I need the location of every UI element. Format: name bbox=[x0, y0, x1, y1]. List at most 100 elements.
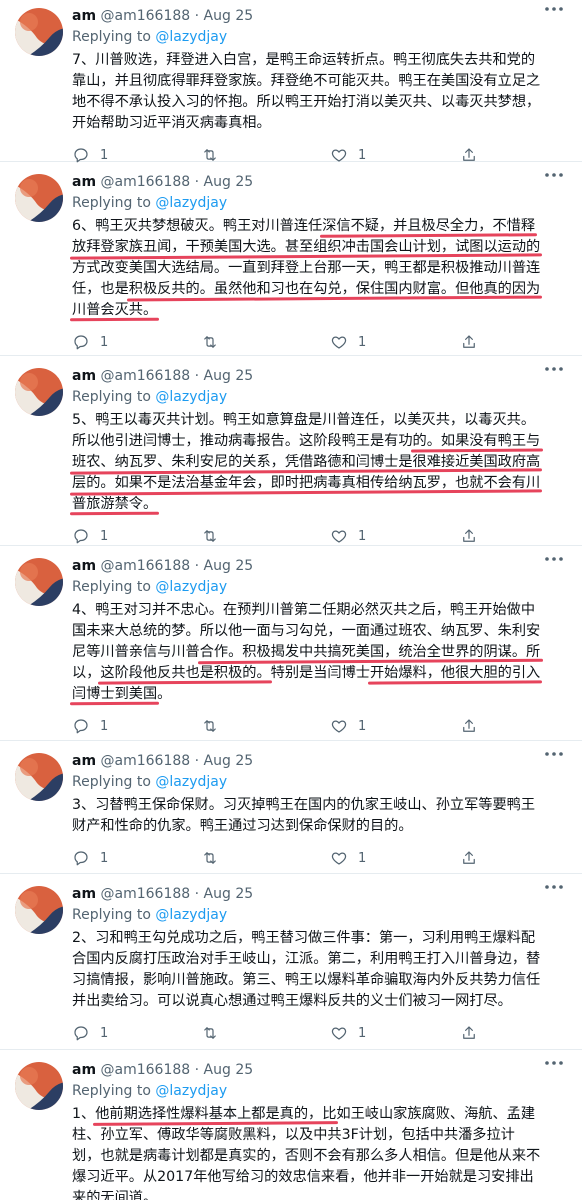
share-button[interactable] bbox=[460, 848, 478, 868]
tweet-item[interactable]: am @am166188 · Aug 25 Replying to @lazydj… bbox=[0, 356, 582, 546]
retweet-button[interactable] bbox=[200, 1023, 230, 1043]
tweet-date[interactable]: Aug 25 bbox=[204, 1062, 254, 1078]
separator-dot: · bbox=[194, 368, 200, 384]
share-button[interactable] bbox=[460, 332, 478, 352]
tweet-item[interactable]: am @am166188 · Aug 25 Replying to @lazydj… bbox=[0, 1050, 582, 1200]
author-handle[interactable]: @am166188 bbox=[101, 8, 191, 24]
author-handle[interactable]: @am166188 bbox=[101, 558, 191, 574]
reply-button[interactable]: 1 bbox=[72, 1023, 108, 1043]
more-options-button[interactable] bbox=[542, 172, 566, 192]
replying-to-link[interactable]: @lazydjay bbox=[155, 1083, 227, 1099]
tweet-text-line: 放拜登家族丑闻，干预美国大选。甚至组织冲击国会山计划，试图以运动的 bbox=[72, 237, 564, 258]
reply-icon bbox=[72, 333, 90, 351]
tweet-date[interactable]: Aug 25 bbox=[204, 174, 254, 190]
avatar[interactable] bbox=[15, 1062, 63, 1110]
tweet-date[interactable]: Aug 25 bbox=[204, 558, 254, 574]
more-options-button[interactable] bbox=[542, 884, 566, 904]
author-name[interactable]: am bbox=[72, 886, 96, 902]
tweet-actions: 11 bbox=[72, 526, 552, 546]
more-options-button[interactable] bbox=[542, 556, 566, 576]
tweet-item[interactable]: am @am166188 · Aug 25 Replying to @lazydj… bbox=[0, 162, 582, 356]
like-button[interactable]: 1 bbox=[330, 716, 366, 736]
retweet-button[interactable] bbox=[200, 332, 230, 352]
reply-button[interactable]: 1 bbox=[72, 848, 108, 868]
author-name[interactable]: am bbox=[72, 368, 96, 384]
retweet-button[interactable] bbox=[200, 716, 230, 736]
replying-to-link[interactable]: @lazydjay bbox=[155, 195, 227, 211]
retweet-button[interactable] bbox=[200, 848, 230, 868]
avatar[interactable] bbox=[15, 753, 63, 801]
retweet-icon bbox=[200, 1024, 220, 1042]
author-handle[interactable]: @am166188 bbox=[101, 753, 191, 769]
replying-to: Replying to @lazydjay bbox=[72, 194, 227, 212]
avatar[interactable] bbox=[15, 8, 63, 56]
replying-to-label: Replying to bbox=[72, 774, 156, 790]
replying-to-link[interactable]: @lazydjay bbox=[155, 389, 227, 405]
reply-button[interactable]: 1 bbox=[72, 716, 108, 736]
avatar[interactable] bbox=[15, 174, 63, 222]
replying-to-label: Replying to bbox=[72, 1083, 156, 1099]
highlight-underline: 这阶段他反共也是积极的。 bbox=[100, 665, 271, 681]
reply-button[interactable]: 1 bbox=[72, 526, 108, 546]
tweet-item[interactable]: am @am166188 · Aug 25 Replying to @lazydj… bbox=[0, 874, 582, 1050]
tweet-text-line: 普旅游禁令。 bbox=[72, 494, 564, 515]
share-button[interactable] bbox=[460, 526, 478, 546]
tweet-text-line: 4、鸭王对习并不忠心。在预判川普第二任期必然灭共之后，鸭王开始做中 bbox=[72, 602, 536, 618]
tweet-date[interactable]: Aug 25 bbox=[204, 886, 254, 902]
highlight-underline: 积极反共的。虽然他和习也在勾兑，保住国内财富。但他真的因为 bbox=[128, 281, 541, 297]
share-button[interactable] bbox=[460, 716, 478, 736]
separator-dot: · bbox=[194, 558, 200, 574]
share-icon bbox=[460, 333, 478, 351]
tweet-text-line: 任，也是积极反共的。虽然他和习也在勾兑，保住国内财富。但他真的因为 bbox=[72, 281, 541, 297]
replying-to: Replying to @lazydjay bbox=[72, 388, 227, 406]
avatar[interactable] bbox=[15, 368, 63, 416]
share-button[interactable] bbox=[460, 1023, 478, 1043]
author-name[interactable]: am bbox=[72, 174, 96, 190]
author-handle[interactable]: @am166188 bbox=[101, 368, 191, 384]
more-options-button[interactable] bbox=[542, 751, 566, 771]
avatar[interactable] bbox=[15, 886, 63, 934]
author-name[interactable]: am bbox=[72, 8, 96, 24]
like-button[interactable]: 1 bbox=[330, 332, 366, 352]
like-button[interactable]: 1 bbox=[330, 526, 366, 546]
more-options-button[interactable] bbox=[542, 366, 566, 386]
more-options-button[interactable] bbox=[542, 1060, 566, 1080]
author-name[interactable]: am bbox=[72, 1062, 96, 1078]
tweet-item[interactable]: am @am166188 · Aug 25 Replying to @lazydj… bbox=[0, 741, 582, 874]
replying-to-link[interactable]: @lazydjay bbox=[155, 774, 227, 790]
like-button[interactable]: 1 bbox=[330, 848, 366, 868]
tweet-text-line: 尼等川普亲信与川普合作。积极揭发中共搞死美国，统治全世界的阴谋。所 bbox=[72, 644, 541, 660]
more-options-button[interactable] bbox=[542, 6, 566, 26]
replying-to-label: Replying to bbox=[72, 389, 156, 405]
tweet-text-line: 所以他引进闫博士，推动病毒报告。这阶段鸭王是有功的。如果没有鸭王与 bbox=[72, 433, 541, 449]
avatar[interactable] bbox=[15, 558, 63, 606]
tweet-text-line: 1、他前期选择性爆料基本上都是真的，比如王岐山家族腐败、海航、孟建 bbox=[72, 1106, 536, 1122]
tweet-date[interactable]: Aug 25 bbox=[204, 753, 254, 769]
separator-dot: · bbox=[194, 886, 200, 902]
author-handle[interactable]: @am166188 bbox=[101, 174, 191, 190]
replying-to-link[interactable]: @lazydjay bbox=[155, 907, 227, 923]
like-button[interactable]: 1 bbox=[330, 1023, 366, 1043]
author-handle[interactable]: @am166188 bbox=[101, 886, 191, 902]
tweet-date[interactable]: Aug 25 bbox=[204, 368, 254, 384]
replying-to: Replying to @lazydjay bbox=[72, 1082, 227, 1100]
author-handle[interactable]: @am166188 bbox=[101, 1062, 191, 1078]
tweet-text-line: 2、习和鸭王勾兑成功之后，鸭王替习做三件事：第一，习利用鸭王爆料配 bbox=[72, 930, 536, 946]
retweet-icon bbox=[200, 527, 220, 545]
tweet-text-line: 层的。如果不是法治基金年会，即时把病毒真相传给纳瓦罗，也就不会有川 bbox=[72, 473, 564, 494]
tweet-date[interactable]: Aug 25 bbox=[204, 8, 254, 24]
tweet-header: am @am166188 · Aug 25 bbox=[72, 751, 542, 771]
tweet-text-line: 5、鸭王以毒灭共计划。鸭王如意算盘是川普连任，以美灭共，以毒灭共。 bbox=[72, 412, 536, 428]
tweet-item[interactable]: am @am166188 · Aug 25 Replying to @lazydj… bbox=[0, 546, 582, 741]
author-name[interactable]: am bbox=[72, 558, 96, 574]
retweet-button[interactable] bbox=[200, 526, 230, 546]
replying-to-link[interactable]: @lazydjay bbox=[155, 29, 227, 45]
author-name[interactable]: am bbox=[72, 753, 96, 769]
tweet-item[interactable]: am @am166188 · Aug 25 Replying to @lazydj… bbox=[0, 0, 582, 163]
more-icon bbox=[542, 366, 566, 372]
replying-to-link[interactable]: @lazydjay bbox=[155, 579, 227, 595]
highlight-underline: 他前期选择性爆料基本上都是真的，比 bbox=[95, 1106, 337, 1122]
tweet-text-line: 国未来大总统的梦。所以他一面与习勾兑，一面通过班农、纳瓦罗、朱利安 bbox=[72, 623, 541, 639]
highlight-underline: 深信不疑，并且极尽全力，不惜释 bbox=[322, 218, 536, 234]
reply-button[interactable]: 1 bbox=[72, 332, 108, 352]
